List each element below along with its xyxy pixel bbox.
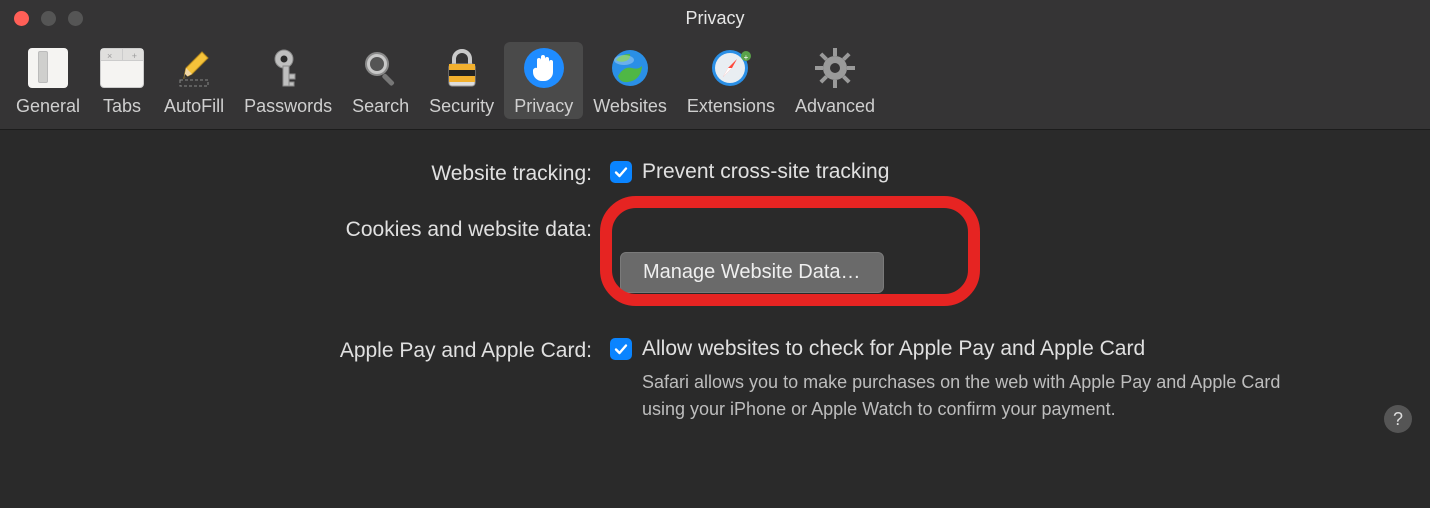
tabs-icon: × +	[100, 46, 144, 90]
manage-website-data-button[interactable]: Manage Website Data…	[620, 252, 884, 293]
apple-pay-description: Safari allows you to make purchases on t…	[642, 369, 1322, 423]
close-window-button[interactable]	[14, 11, 29, 26]
gear-icon	[813, 46, 857, 90]
cookies-label: Cookies and website data:	[40, 216, 610, 242]
apple-pay-row: Apple Pay and Apple Card: Allow websites…	[40, 337, 1390, 423]
window-controls	[0, 11, 83, 26]
website-tracking-row: Website tracking: Prevent cross-site tra…	[40, 160, 1390, 186]
switch-icon	[26, 46, 70, 90]
globe-icon	[608, 46, 652, 90]
toolbar-label: General	[16, 96, 80, 117]
toolbar-label: Passwords	[244, 96, 332, 117]
prevent-cross-site-tracking-checkbox[interactable]	[610, 161, 632, 183]
toolbar-label: Tabs	[103, 96, 141, 117]
key-icon	[266, 46, 310, 90]
toolbar-label: Security	[429, 96, 494, 117]
privacy-pane: Website tracking: Prevent cross-site tra…	[0, 130, 1430, 447]
tab-privacy[interactable]: Privacy	[504, 42, 583, 119]
apple-pay-label: Apple Pay and Apple Card:	[40, 337, 610, 363]
compass-icon: +	[709, 46, 753, 90]
toolbar-label: Privacy	[514, 96, 573, 117]
toolbar-label: Websites	[593, 96, 667, 117]
help-button[interactable]: ?	[1384, 405, 1412, 433]
hand-stop-icon	[522, 46, 566, 90]
tab-general[interactable]: General	[6, 42, 90, 119]
apple-pay-checkbox[interactable]	[610, 338, 632, 360]
tab-advanced[interactable]: Advanced	[785, 42, 885, 119]
tab-extensions[interactable]: + Extensions	[677, 42, 785, 119]
pencil-icon	[172, 46, 216, 90]
zoom-window-button[interactable]	[68, 11, 83, 26]
prevent-cross-site-tracking-label: Prevent cross-site tracking	[642, 160, 889, 184]
tab-autofill[interactable]: AutoFill	[154, 42, 234, 119]
toolbar-label: AutoFill	[164, 96, 224, 117]
minimize-window-button[interactable]	[41, 11, 56, 26]
help-icon: ?	[1393, 409, 1403, 430]
tab-passwords[interactable]: Passwords	[234, 42, 342, 119]
cookies-row: Cookies and website data: Block all cook…	[40, 216, 1390, 293]
website-tracking-label: Website tracking:	[40, 160, 610, 186]
window-title: Privacy	[685, 8, 744, 29]
tab-security[interactable]: Security	[419, 42, 504, 119]
magnifier-icon	[359, 46, 403, 90]
window-titlebar: Privacy	[0, 0, 1430, 36]
tab-tabs[interactable]: × + Tabs	[90, 42, 154, 119]
apple-pay-checkbox-label: Allow websites to check for Apple Pay an…	[642, 337, 1145, 361]
toolbar-label: Extensions	[687, 96, 775, 117]
lock-icon	[440, 46, 484, 90]
tab-search[interactable]: Search	[342, 42, 419, 119]
tab-websites[interactable]: Websites	[583, 42, 677, 119]
toolbar-label: Search	[352, 96, 409, 117]
svg-text:+: +	[744, 53, 749, 62]
preferences-toolbar: General × + Tabs AutoFill	[0, 36, 1430, 130]
toolbar-label: Advanced	[795, 96, 875, 117]
